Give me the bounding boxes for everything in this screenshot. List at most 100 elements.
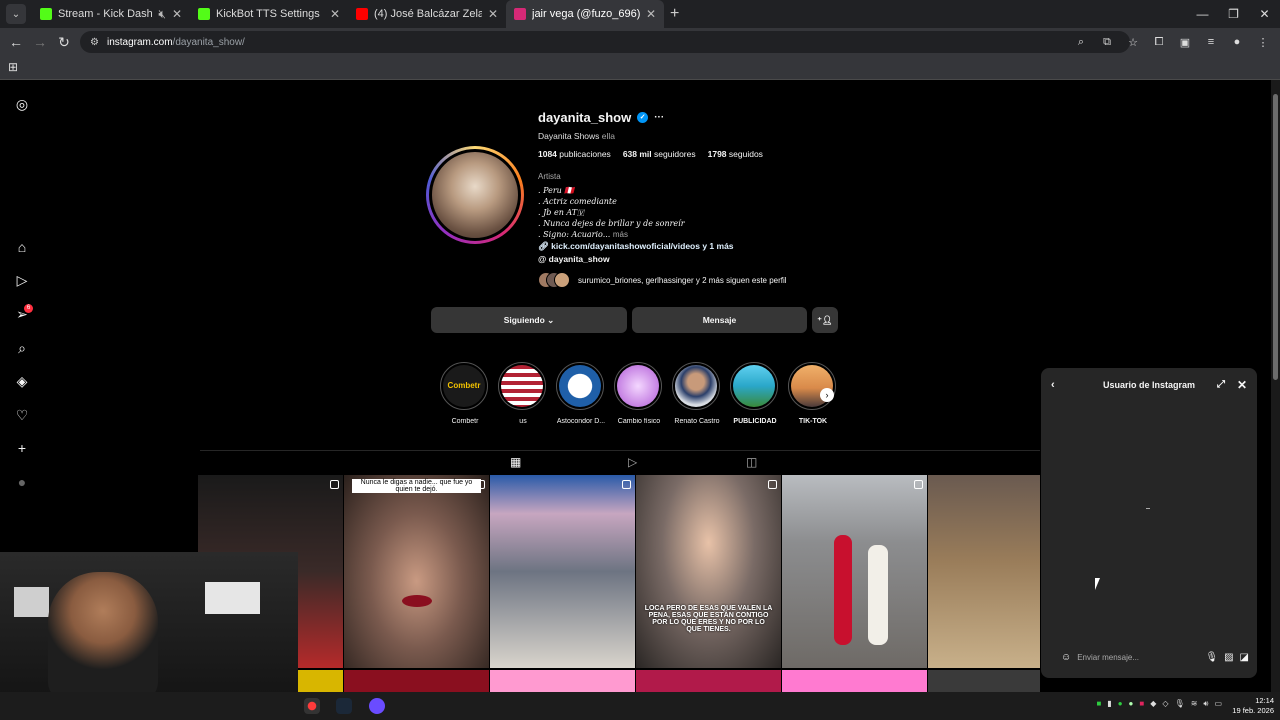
minimize-icon[interactable]: — xyxy=(1187,0,1218,28)
reels-icon[interactable]: ▷ xyxy=(12,270,32,290)
microphone-icon[interactable]: 🎙︎ xyxy=(1175,699,1185,709)
mute-icon[interactable]: 🔇︎ xyxy=(158,7,166,22)
post-caption: LOCA PERO DE ESAS QUE VALEN LA PENA, ESA… xyxy=(644,605,773,633)
instagram-logo-icon[interactable]: ◎ xyxy=(12,94,32,114)
media-icon[interactable]: ≡ xyxy=(1200,36,1222,48)
followed-by[interactable]: surumico_briones, gerlhassinger y 2 más … xyxy=(538,272,787,288)
back-arrow-icon[interactable]: ‹ xyxy=(1051,376,1055,394)
following-count: 1798 xyxy=(707,149,727,159)
volume-icon[interactable]: 🔊︎ xyxy=(1203,699,1208,709)
system-clock[interactable]: 12:14 19 feb. 2026 xyxy=(1232,696,1274,716)
close-icon[interactable]: ✕ xyxy=(1237,376,1247,394)
following-stat[interactable]: 1798 seguidos xyxy=(708,149,763,159)
post-tile[interactable] xyxy=(782,475,927,668)
home-icon[interactable]: ⌂ xyxy=(12,237,32,257)
scrollbar-thumb[interactable] xyxy=(1273,94,1278,380)
sidebar-icon[interactable]: ▣ xyxy=(1174,36,1196,49)
url-host: instagram.com xyxy=(106,36,173,48)
site-info-icon[interactable]: ⚙︎ xyxy=(90,37,99,48)
expand-icon[interactable]: ⤢ xyxy=(1217,376,1225,394)
close-tab-icon[interactable]: ✕ xyxy=(488,7,498,21)
close-tab-icon[interactable]: ✕ xyxy=(646,7,656,21)
tray-icon[interactable]: ■ xyxy=(1096,699,1101,709)
create-plus-icon[interactable]: + xyxy=(12,438,32,458)
menu-icon[interactable]: ⋮ xyxy=(1252,36,1274,49)
posts-grid-icon[interactable]: ▦ xyxy=(510,455,521,469)
mutual-avatars xyxy=(538,272,570,288)
tray-icon[interactable]: ■ xyxy=(1139,699,1144,709)
highlight-item[interactable]: Renato Castro xyxy=(672,362,722,425)
message-button[interactable]: Mensaje xyxy=(632,307,807,333)
page-scrollbar[interactable] xyxy=(1271,80,1280,692)
battery-icon[interactable]: ▭ xyxy=(1214,699,1222,709)
new-tab-icon[interactable]: + xyxy=(670,5,679,23)
close-window-icon[interactable]: ✕ xyxy=(1249,0,1280,28)
reels-tab-icon[interactable]: ▷ xyxy=(628,455,637,469)
tab-search-chevron-icon[interactable]: ⌄ xyxy=(6,4,26,24)
highlight-item[interactable]: Cambio físico xyxy=(614,362,664,425)
heart-icon[interactable]: ♡ xyxy=(12,405,32,425)
post-tile[interactable]: Nunca le digas a nadie... que fue yo qui… xyxy=(344,475,489,668)
add-user-icon: ⁺👤︎ xyxy=(817,314,833,325)
posts-stat[interactable]: 1084 publicaciones xyxy=(538,149,611,159)
restore-icon[interactable]: ❐ xyxy=(1218,0,1249,28)
loading-indicator xyxy=(1146,508,1150,509)
tab-kickbot-settings[interactable]: KickBot TTS Settings ✕ xyxy=(190,0,348,28)
zoom-icon[interactable]: ⌕ xyxy=(1070,36,1092,49)
threads-link[interactable]: @ dayanita_show xyxy=(538,254,610,264)
post-tile[interactable] xyxy=(490,475,635,668)
profile-picture[interactable] xyxy=(426,146,524,244)
sticker-icon[interactable]: ◪ xyxy=(1240,652,1249,663)
close-tab-icon[interactable]: ✕ xyxy=(330,7,340,21)
highlights-next-icon[interactable]: › xyxy=(820,388,834,402)
microphone-icon[interactable]: 🎙︎ xyxy=(1205,652,1218,663)
install-app-icon[interactable]: ⧉ xyxy=(1096,36,1118,49)
url-input[interactable]: ⚙︎ instagram.com /dayanita_show/ xyxy=(80,31,1130,53)
wifi-icon[interactable]: ≋ xyxy=(1191,699,1198,709)
profile-avatar-icon[interactable]: ● xyxy=(12,472,32,492)
full-name: Dayanita Shows xyxy=(538,131,600,141)
reload-icon[interactable]: ↻ xyxy=(52,34,76,51)
more-options-icon[interactable]: ··· xyxy=(654,112,664,123)
explore-icon[interactable]: ◈ xyxy=(12,371,32,391)
tray-icon[interactable]: ▮ xyxy=(1107,699,1111,709)
followed-by-names: surumico_briones, gerlhassinger xyxy=(578,275,694,285)
apps-grid-icon[interactable]: ⊞ xyxy=(8,60,18,74)
streamer-figure xyxy=(48,572,158,700)
tray-icon[interactable]: ◆ xyxy=(1150,699,1156,709)
highlight-item[interactable]: PUBLICIDAD xyxy=(730,362,780,425)
tab-kick-dashboard[interactable]: Stream - Kick Dashboard 🔇︎ ✕ xyxy=(32,0,190,28)
white-dress-shape xyxy=(868,545,888,645)
message-composer[interactable]: ☺ Enviar mensaje... 🎙︎ ▨ ◪ xyxy=(1061,648,1249,666)
tab-youtube-profile[interactable]: (4) José Balcázar Zelada: perfil ✕ xyxy=(348,0,506,28)
extensions-icon[interactable]: ⧠ xyxy=(1148,36,1170,49)
following-button[interactable]: Siguiendo ⌄ xyxy=(431,307,627,333)
followers-stat[interactable]: 638 mil seguidores xyxy=(623,149,696,159)
profile-avatar-icon[interactable]: ● xyxy=(1226,36,1248,48)
app-icon[interactable] xyxy=(369,698,385,714)
tagged-tab-icon[interactable]: ◫ xyxy=(746,455,757,469)
steam-icon[interactable] xyxy=(336,698,352,714)
forward-icon[interactable]: → xyxy=(28,34,52,50)
profile-link[interactable]: 🔗︎ kick.com/dayanitashowoficial/videos y… xyxy=(538,241,734,252)
highlight-ring xyxy=(556,362,604,410)
post-tile[interactable]: LOCA PERO DE ESAS QUE VALEN LA PENA, ESA… xyxy=(636,475,781,668)
tray-icon[interactable]: ◇ xyxy=(1162,699,1168,709)
back-icon[interactable]: ← xyxy=(4,34,28,50)
tab-instagram[interactable]: jair vega (@fuzo_696) • Fotos y ✕ xyxy=(506,0,664,28)
highlight-item[interactable]: Combetr Combetr xyxy=(440,362,490,425)
highlight-item[interactable]: us xyxy=(498,362,548,425)
post-tile[interactable] xyxy=(928,475,1040,668)
tray-icon[interactable]: ● xyxy=(1118,699,1123,709)
tray-icon[interactable]: ● xyxy=(1129,699,1134,709)
emoji-icon[interactable]: ☺ xyxy=(1061,652,1071,663)
bookmark-star-icon[interactable]: ☆ xyxy=(1122,36,1144,49)
obs-icon[interactable] xyxy=(304,698,320,714)
bio-more-link[interactable]: más xyxy=(613,230,628,239)
image-icon[interactable]: ▨ xyxy=(1224,652,1233,663)
close-tab-icon[interactable]: ✕ xyxy=(172,7,182,21)
message-input[interactable]: Enviar mensaje... xyxy=(1077,653,1199,662)
suggested-users-button[interactable]: ⁺👤︎ xyxy=(812,307,838,333)
highlight-item[interactable]: Astocondor D... xyxy=(556,362,606,425)
search-icon[interactable]: ⌕ xyxy=(12,338,32,358)
